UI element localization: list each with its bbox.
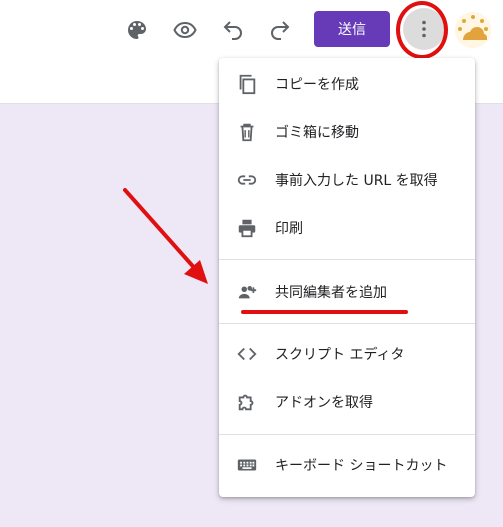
menu-item-label: コピーを作成 bbox=[275, 77, 359, 93]
puzzle-icon bbox=[235, 390, 259, 414]
menu-item-get-addons[interactable]: アドオンを取得 bbox=[219, 378, 475, 426]
menu-item-label: ゴミ箱に移動 bbox=[275, 125, 359, 141]
menu-item-label: アドオンを取得 bbox=[275, 395, 373, 411]
menu-item-add-collaborators[interactable]: 共同編集者を追加 bbox=[219, 268, 475, 316]
menu-divider bbox=[219, 434, 475, 435]
menu-item-label: 事前入力した URL を取得 bbox=[275, 173, 438, 189]
add-people-icon bbox=[235, 280, 259, 304]
menu-divider bbox=[219, 323, 475, 324]
menu-item-label: 印刷 bbox=[275, 221, 303, 237]
link-icon bbox=[235, 168, 259, 192]
keyboard-icon bbox=[235, 453, 259, 477]
menu-item-label: 共同編集者を追加 bbox=[275, 285, 387, 301]
menu-item-label: キーボード ショートカット bbox=[275, 458, 448, 474]
palette-icon[interactable] bbox=[121, 14, 153, 46]
code-icon bbox=[235, 342, 259, 366]
menu-item-prefilled-url[interactable]: 事前入力した URL を取得 bbox=[219, 156, 475, 204]
menu-item-make-copy[interactable]: コピーを作成 bbox=[219, 60, 475, 108]
redo-icon[interactable] bbox=[264, 14, 296, 46]
menu-item-print[interactable]: 印刷 bbox=[219, 204, 475, 252]
menu-item-keyboard-shortcuts[interactable]: キーボード ショートカット bbox=[219, 441, 475, 489]
avatar[interactable] bbox=[455, 12, 491, 48]
send-button[interactable]: 送信 bbox=[314, 11, 390, 47]
copy-icon bbox=[235, 72, 259, 96]
undo-icon[interactable] bbox=[217, 14, 249, 46]
print-icon bbox=[235, 216, 259, 240]
preview-eye-icon[interactable] bbox=[169, 14, 201, 46]
menu-item-label: スクリプト エディタ bbox=[275, 347, 405, 363]
menu-item-script-editor[interactable]: スクリプト エディタ bbox=[219, 330, 475, 378]
menu-item-move-to-trash[interactable]: ゴミ箱に移動 bbox=[219, 108, 475, 156]
more-options-menu: コピーを作成 ゴミ箱に移動 事前入力した URL を取得 印刷 共同編集者を追加… bbox=[219, 58, 475, 497]
highlight-circle-annotation bbox=[396, 1, 448, 59]
menu-divider bbox=[219, 259, 475, 260]
red-arrow-annotation bbox=[123, 188, 208, 284]
highlight-underline-annotation bbox=[241, 310, 408, 314]
trash-icon bbox=[235, 120, 259, 144]
